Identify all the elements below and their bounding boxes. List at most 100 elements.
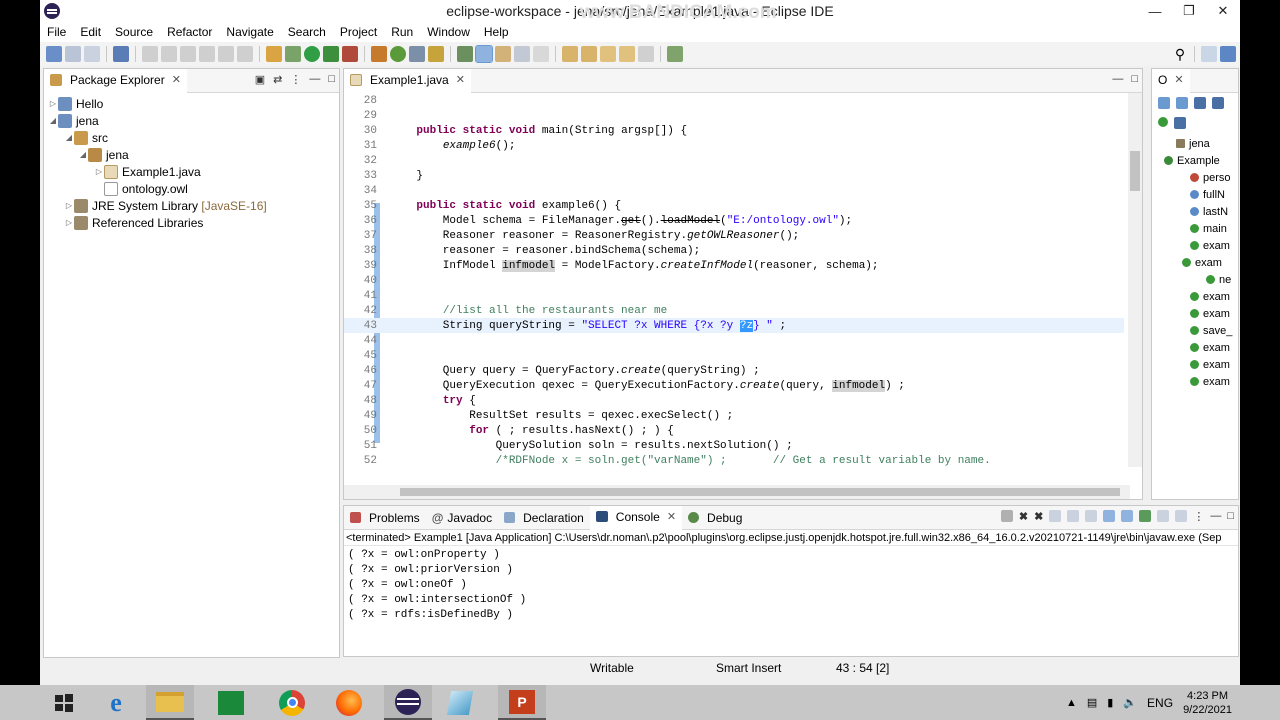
word-wrap-icon[interactable] (1085, 510, 1098, 522)
outline-item[interactable]: exam (1152, 237, 1238, 254)
tree-item-referenced-libraries[interactable]: ▷ Referenced Libraries (44, 214, 339, 231)
battery-icon[interactable]: ▮ (1107, 696, 1113, 709)
menu-window[interactable]: Window (420, 25, 477, 39)
expand-icon[interactable]: ▷ (64, 201, 74, 210)
minimize-view-icon[interactable]: — (1210, 510, 1221, 523)
taskbar-powerpoint[interactable]: P (498, 685, 546, 720)
code-line[interactable]: 50 for ( ; results.hasNext() ; ) { (344, 423, 1124, 438)
collapse-icon[interactable]: ◢ (64, 133, 74, 142)
highlight-icon[interactable] (475, 45, 493, 63)
menu-file[interactable]: File (40, 25, 73, 39)
hide-fields-icon[interactable] (1194, 97, 1206, 109)
maximize-view-icon[interactable]: □ (1227, 510, 1234, 523)
outline-item[interactable]: exam (1152, 288, 1238, 305)
clock[interactable]: 4:23 PM 9/22/2021 (1183, 689, 1232, 717)
tree-item-jena-package[interactable]: ◢ jena (44, 146, 339, 163)
outline-item[interactable]: Example (1152, 152, 1238, 169)
code-line[interactable]: 31 example6(); (344, 138, 1124, 153)
network-icon[interactable]: ▤ (1087, 696, 1097, 709)
pin-editor-icon[interactable] (667, 46, 683, 62)
save-all-icon[interactable] (84, 46, 100, 62)
taskbar-chrome[interactable] (268, 685, 316, 720)
search-tool-icon[interactable] (428, 46, 444, 62)
outline-item[interactable]: ne (1152, 271, 1238, 288)
suspend-icon[interactable] (161, 46, 177, 62)
scroll-thumb[interactable] (400, 488, 1120, 496)
remove-launch-icon[interactable]: ✖ (1019, 510, 1028, 523)
horizontal-scrollbar[interactable] (344, 485, 1130, 499)
expand-icon[interactable]: ▷ (48, 99, 58, 108)
collapse-icon[interactable]: ◢ (48, 116, 58, 125)
hide-local-types-icon[interactable] (1174, 117, 1186, 129)
outline-item[interactable]: main (1152, 220, 1238, 237)
hide-static-icon[interactable] (1212, 97, 1224, 109)
outline-item[interactable]: exam (1152, 356, 1238, 373)
code-line[interactable]: 42 //list all the restaurants near me (344, 303, 1124, 318)
code-line[interactable]: 40 (344, 273, 1124, 288)
tree-item-ontology[interactable]: ontology.owl (44, 180, 339, 197)
taskbar-file-explorer[interactable] (146, 685, 194, 720)
tab-package-explorer[interactable]: Package Explorer ✕ (44, 68, 187, 93)
hide-nonpublic-icon[interactable] (1158, 117, 1168, 127)
restore-icon[interactable]: ❐ (1172, 0, 1206, 22)
next-annotation-icon[interactable] (562, 46, 578, 62)
code-line[interactable]: 51 QuerySolution soln = results.nextSolu… (344, 438, 1124, 453)
search-icon[interactable]: ⚲ (1172, 46, 1188, 62)
taskbar-firefox[interactable] (325, 685, 373, 720)
menu-search[interactable]: Search (281, 25, 333, 39)
open-perspective-icon[interactable] (1201, 46, 1217, 62)
start-button[interactable] (40, 685, 88, 720)
tree-item-jena-project[interactable]: ◢ jena (44, 112, 339, 129)
code-line[interactable]: 33 } (344, 168, 1124, 183)
skip-breakpoints-icon[interactable] (266, 46, 282, 62)
coverage-icon[interactable] (323, 46, 339, 62)
forward-icon[interactable] (638, 46, 654, 62)
code-line[interactable]: 28 (344, 93, 1124, 108)
minimize-view-icon[interactable]: — (1112, 73, 1123, 85)
code-line[interactable]: 48 try { (344, 393, 1124, 408)
menu-help[interactable]: Help (477, 25, 516, 39)
outline-item[interactable]: jena (1152, 135, 1238, 152)
java-perspective-icon[interactable] (1220, 46, 1236, 62)
minimize-view-icon[interactable]: — (309, 73, 320, 86)
taskbar-eclipse[interactable] (384, 685, 432, 720)
tree-item-hello[interactable]: ▷ Hello (44, 95, 339, 112)
collapse-all-icon[interactable] (1158, 97, 1170, 109)
close-icon[interactable]: ✕ (667, 510, 676, 523)
show-hidden-icons-icon[interactable]: ▲ (1066, 697, 1077, 709)
last-edit-icon[interactable] (600, 46, 616, 62)
whitespace-icon[interactable] (514, 46, 530, 62)
expand-icon[interactable]: ▷ (64, 218, 74, 227)
external-tools-icon[interactable] (342, 46, 358, 62)
debug-icon[interactable] (285, 46, 301, 62)
volume-icon[interactable]: 🔈 (1123, 696, 1137, 709)
pin-console-icon[interactable] (1139, 510, 1152, 522)
outline-item[interactable]: exam (1152, 254, 1238, 271)
console-output[interactable]: ( ?x = owl:onProperty ) ( ?x = owl:priorV… (344, 546, 1238, 625)
tab-debug[interactable]: Debug (682, 506, 748, 530)
link-editor-icon[interactable]: ⇄ (273, 73, 282, 86)
code-line[interactable]: 36 Model schema = FileManager.get().load… (344, 213, 1124, 228)
tree-item-example1[interactable]: ▷ Example1.java (44, 163, 339, 180)
close-icon[interactable]: ✕ (172, 73, 181, 86)
outline-item[interactable]: exam (1152, 339, 1238, 356)
code-line[interactable]: 37 Reasoner reasoner = ReasonerRegistry.… (344, 228, 1124, 243)
view-menu-icon[interactable]: ⋮ (1193, 510, 1204, 523)
new-class-icon[interactable] (390, 46, 406, 62)
collapse-all-icon[interactable]: ▣ (255, 73, 265, 86)
close-icon[interactable]: ✕ (456, 73, 465, 86)
tab-declaration[interactable]: Declaration (498, 506, 590, 530)
outline-item[interactable]: fullN (1152, 186, 1238, 203)
code-line[interactable]: 46 Query query = QueryFactory.create(que… (344, 363, 1124, 378)
previous-annotation-icon[interactable] (581, 46, 597, 62)
tree-item-jre[interactable]: ▷ JRE System Library [JavaSE-16] (44, 197, 339, 214)
outline-item[interactable]: exam (1152, 305, 1238, 322)
display-console-icon[interactable] (1157, 510, 1170, 522)
code-line[interactable]: 47 QueryExecution qexec = QueryExecution… (344, 378, 1124, 393)
code-line[interactable]: 49 ResultSet results = qexec.execSelect(… (344, 408, 1124, 423)
back-icon[interactable] (619, 46, 635, 62)
menu-edit[interactable]: Edit (73, 25, 108, 39)
code-line[interactable]: 35 public static void example6() { (344, 198, 1124, 213)
outline-item[interactable]: lastN (1152, 203, 1238, 220)
step-into-icon[interactable] (218, 46, 234, 62)
